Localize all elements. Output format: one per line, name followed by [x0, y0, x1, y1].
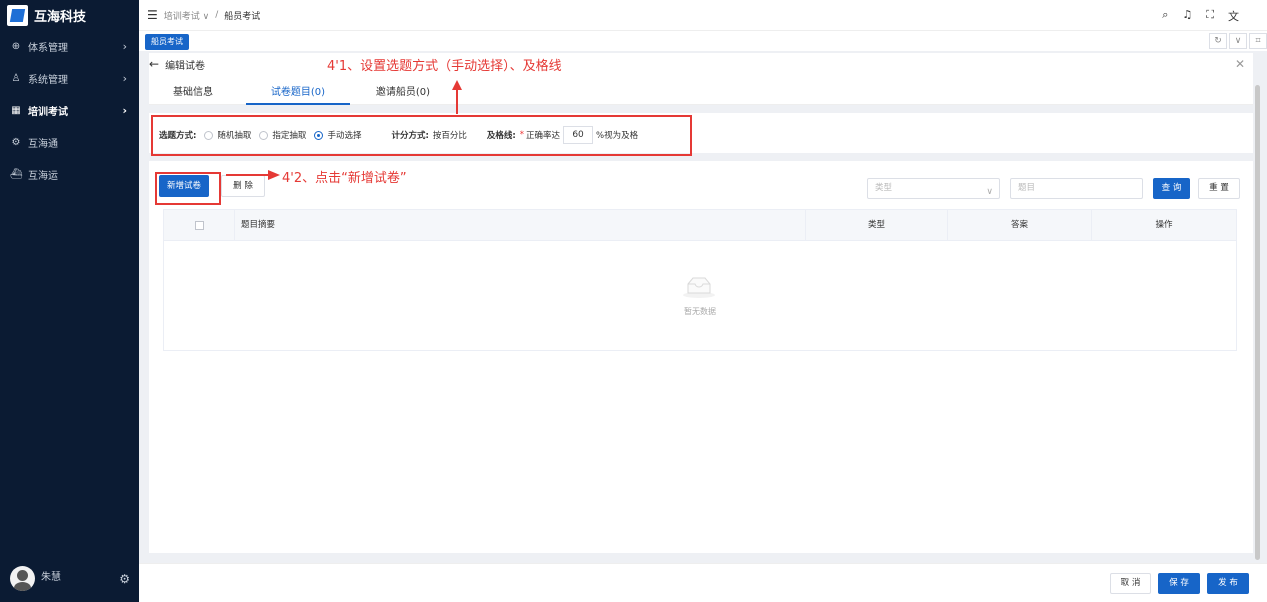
chevron-down-icon: ∨	[986, 187, 993, 197]
bell-icon[interactable]: ♫	[1182, 8, 1192, 24]
chevron-right-icon: ›	[122, 103, 127, 117]
select-all-checkbox[interactable]	[195, 221, 204, 230]
save-button[interactable]: 保 存	[1158, 573, 1200, 594]
sidebar-item-label: 培训考试	[28, 106, 68, 118]
ship-icon: ⛴	[10, 168, 23, 180]
sidebar-item-label: 系统管理	[28, 74, 68, 86]
footer-bar: 取 消 保 存 发 布	[139, 563, 1267, 602]
user-profile[interactable]: 朱慧 ⚙	[10, 566, 130, 592]
questions-table: 题目摘要 类型 答案 操作 暂无数据	[163, 209, 1237, 351]
reset-button[interactable]: 重 置	[1198, 178, 1240, 199]
table-header: 题目摘要 类型 答案 操作	[164, 210, 1236, 241]
sidebar-item-admin[interactable]: ♙ 系统管理 ›	[0, 62, 139, 94]
annotation-arrows	[226, 80, 462, 180]
back-arrow-icon[interactable]: ←	[149, 57, 159, 71]
search-icon[interactable]: ⌕	[1162, 8, 1168, 24]
tab-crew-exam[interactable]: 船员考试	[145, 34, 189, 50]
system-icon: ⊕	[11, 40, 21, 52]
user-name: 朱慧	[41, 572, 61, 583]
tab-basic-info[interactable]: 基础信息	[171, 83, 215, 105]
grid-icon: ▦	[11, 104, 21, 116]
avatar[interactable]	[10, 566, 35, 591]
select-all-cell	[164, 210, 235, 241]
sidebar-item-system[interactable]: ⊕ 体系管理 ›	[0, 30, 139, 62]
top-bar: ☰ 培训考试 ∨ / 船员考试 ⌕ ♫ ⛶ 文	[139, 0, 1267, 30]
sidebar-item-label: 体系管理	[28, 42, 68, 54]
logo[interactable]: 互海科技	[0, 0, 139, 30]
column-type: 类型	[806, 210, 948, 241]
app-name: 互海科技	[34, 9, 87, 25]
maximize-icon[interactable]: ⌗	[1249, 33, 1267, 49]
publish-button[interactable]: 发 布	[1207, 573, 1249, 594]
type-select[interactable]: 类型 ∨	[867, 178, 1000, 199]
query-button[interactable]: 查 询	[1153, 178, 1190, 199]
column-answer: 答案	[948, 210, 1092, 241]
sidebar-item-hutong[interactable]: ⚙ 互海通	[0, 126, 139, 158]
empty-box-icon	[683, 277, 715, 298]
fullscreen-icon[interactable]: ⛶	[1206, 8, 1214, 24]
translate-icon[interactable]: 文	[1228, 8, 1239, 24]
column-summary: 题目摘要	[235, 210, 806, 241]
breadcrumb-parent[interactable]: 培训考试 ∨	[164, 9, 209, 22]
gear-icon[interactable]: ⚙	[119, 572, 130, 586]
column-actions: 操作	[1155, 220, 1173, 230]
sidebar-item-label: 互海通	[28, 138, 58, 150]
user-group-icon: ♙	[11, 72, 21, 84]
sidebar-item-huyun[interactable]: ⛴ 互海运	[0, 158, 139, 190]
tab-strip-actions: ↻ ∨ ⌗	[1207, 33, 1267, 49]
close-icon[interactable]: ✕	[1235, 57, 1245, 71]
settings-icon: ⚙	[11, 136, 21, 148]
refresh-icon[interactable]: ↻	[1209, 33, 1227, 49]
chevron-right-icon: ›	[122, 71, 127, 85]
breadcrumb-separator: /	[215, 10, 219, 20]
sidebar: 互海科技 ⊕ 体系管理 › ♙ 系统管理 › ▦ 培训考试 › ⚙ 互海通 ⛴ …	[0, 0, 139, 602]
chevron-right-icon: ›	[122, 39, 127, 53]
topic-input[interactable]: 题目	[1010, 178, 1143, 199]
annotation-box-add	[155, 172, 221, 205]
page-title: 编辑试卷	[165, 60, 206, 72]
sidebar-item-training[interactable]: ▦ 培训考试 ›	[0, 94, 139, 126]
logo-icon	[7, 4, 28, 26]
cancel-button[interactable]: 取 消	[1110, 573, 1151, 594]
tab-strip: 船员考试 ↻ ∨ ⌗	[139, 30, 1267, 51]
chevron-down-icon[interactable]: ∨	[1229, 33, 1247, 49]
sidebar-item-label: 互海运	[28, 170, 58, 182]
breadcrumb-current: 船员考试	[224, 11, 261, 22]
menu-fold-icon[interactable]: ☰	[147, 8, 158, 22]
type-placeholder: 类型	[875, 183, 893, 193]
scrollbar[interactable]	[1255, 85, 1260, 560]
top-icons: ⌕ ♫ ⛶ 文	[1162, 8, 1239, 24]
empty-text: 暂无数据	[684, 307, 716, 316]
